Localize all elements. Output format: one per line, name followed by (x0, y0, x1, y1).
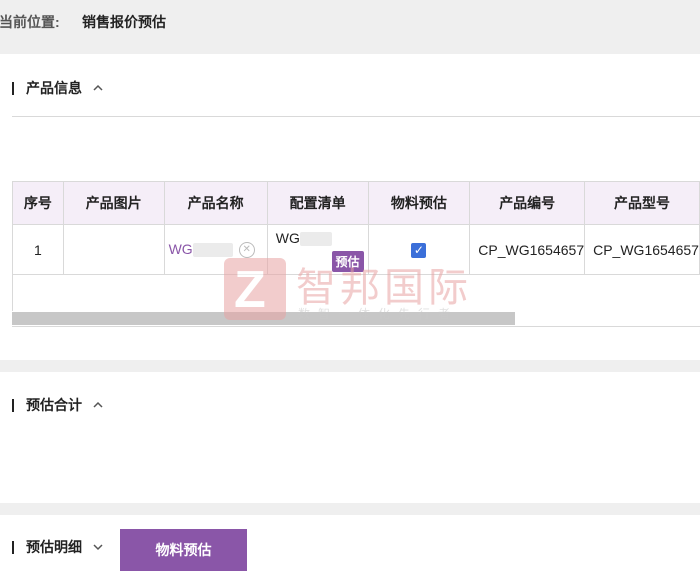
chevron-down-icon[interactable] (92, 541, 104, 553)
breadcrumb: 当前位置: 销售报价预估 (0, 0, 700, 54)
cell-index: 1 (12, 224, 64, 275)
col-header-product-model: 产品型号 (584, 181, 700, 225)
cell-name: WG ✕ (163, 224, 268, 275)
cell-material-estimate: ✓ (367, 224, 471, 275)
section-title-product-info: 产品信息 (26, 80, 82, 96)
section-title-estimate-total: 预估合计 (26, 397, 82, 413)
clear-circle-icon[interactable]: ✕ (238, 242, 255, 259)
section-estimate-total-header[interactable]: 预估合计 (12, 395, 104, 415)
cell-product-code: CP_WG1654657 (469, 224, 586, 275)
table-header-row: 序号 产品图片 产品名称 配置清单 物料预估 产品编号 产品型号 (12, 181, 700, 225)
col-header-index: 序号 (12, 181, 64, 225)
product-name-link[interactable]: WG (165, 241, 193, 257)
checkbox-checked-icon[interactable]: ✓ (411, 243, 427, 258)
cell-config: WG 预估 (266, 224, 369, 275)
table-row: 1 WG ✕ WG 预估 ✓ CP_WG1654657 CP_WG1654657 (12, 224, 700, 275)
cell-product-model: CP_WG1654657 (584, 224, 700, 275)
product-table: 序号 产品图片 产品名称 配置清单 物料预估 产品编号 产品型号 1 WG ✕ W… (12, 181, 700, 275)
breadcrumb-current: 销售报价预估 (82, 14, 166, 30)
col-header-name: 产品名称 (163, 181, 268, 225)
config-text: WG (275, 230, 300, 246)
section-separator (0, 503, 700, 515)
section-estimate-detail-header[interactable]: 预估明细 (12, 537, 104, 557)
scrollbar-thumb[interactable] (12, 312, 515, 325)
chevron-up-icon[interactable] (92, 399, 104, 411)
blurred-text (299, 232, 332, 247)
col-header-image: 产品图片 (62, 181, 165, 225)
col-header-config: 配置清单 (266, 181, 369, 225)
section-separator (0, 360, 700, 372)
estimate-tag-button[interactable]: 预估 (331, 251, 364, 272)
col-header-product-code: 产品编号 (469, 181, 586, 225)
section-marker (12, 540, 14, 554)
section-marker (12, 398, 14, 412)
blurred-text (192, 243, 233, 258)
col-header-material-estimate: 物料预估 (367, 181, 471, 225)
material-estimate-button[interactable]: 物料预估 (120, 529, 247, 571)
breadcrumb-label: 当前位置: (0, 14, 60, 30)
section-marker (12, 81, 14, 95)
chevron-up-icon[interactable] (92, 82, 104, 94)
section-title-estimate-detail: 预估明细 (26, 539, 82, 555)
section-product-info-header[interactable]: 产品信息 (12, 78, 104, 98)
divider (12, 116, 700, 117)
cell-image (62, 224, 165, 275)
